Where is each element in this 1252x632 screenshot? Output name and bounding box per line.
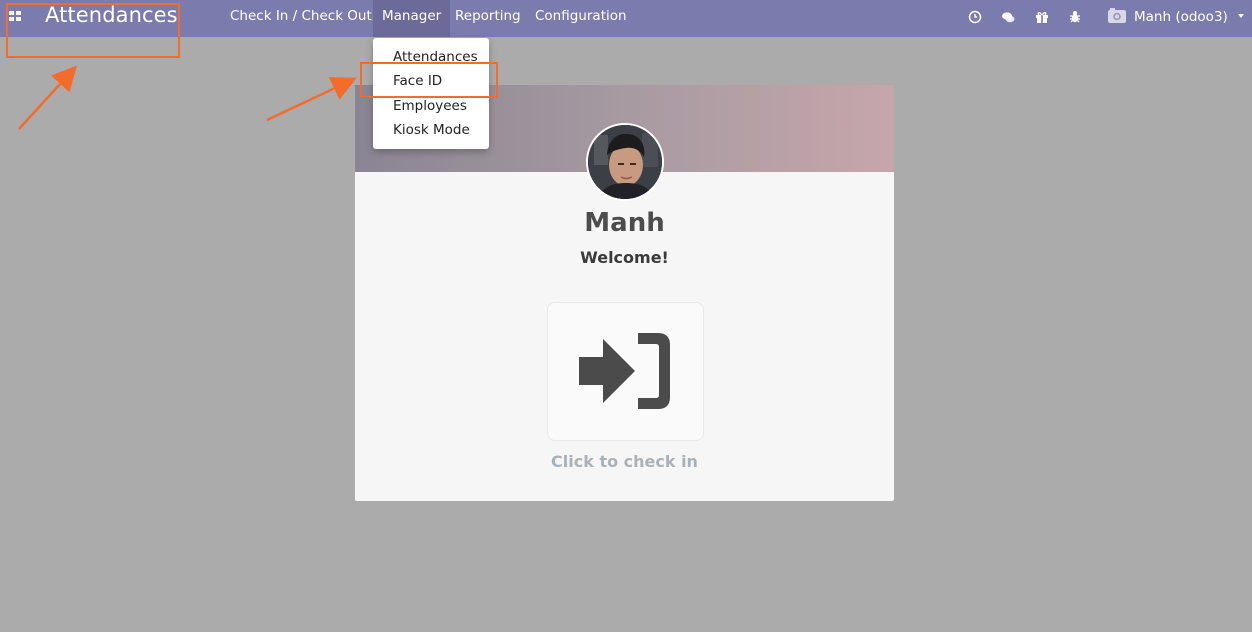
employee-avatar [586, 123, 664, 201]
user-avatar-icon [1108, 8, 1126, 23]
menu-reporting[interactable]: Reporting [455, 8, 521, 24]
employee-name: Manh [584, 208, 665, 238]
annotation-box-app-title [6, 3, 180, 58]
bug-icon[interactable] [1066, 8, 1084, 26]
user-name: Manh (odoo3) [1134, 9, 1228, 25]
menu-check-in-check-out[interactable]: Check In / Check Out [230, 8, 372, 24]
dropdown-item-kiosk-mode[interactable]: Kiosk Mode [393, 122, 470, 138]
check-in-label: Click to check in [551, 452, 698, 471]
sign-in-icon [579, 333, 670, 409]
top-navbar: Attendances Check In / Check Out Manager… [0, 0, 1252, 37]
check-in-button[interactable] [547, 302, 704, 441]
welcome-message: Welcome! [580, 248, 669, 267]
user-menu[interactable]: Manh (odoo3) [1108, 8, 1246, 25]
dropdown-item-employees[interactable]: Employees [393, 98, 467, 114]
caret-down-icon [1238, 14, 1245, 18]
clock-icon[interactable] [966, 8, 984, 26]
annotation-box-face-id [360, 62, 498, 98]
gift-icon[interactable] [1033, 8, 1051, 26]
menu-manager[interactable]: Manager [373, 0, 451, 37]
annotation-arrow-left [18, 65, 78, 130]
annotation-arrow-center [266, 77, 357, 122]
chat-icon[interactable] [999, 8, 1017, 26]
menu-configuration[interactable]: Configuration [535, 8, 627, 24]
